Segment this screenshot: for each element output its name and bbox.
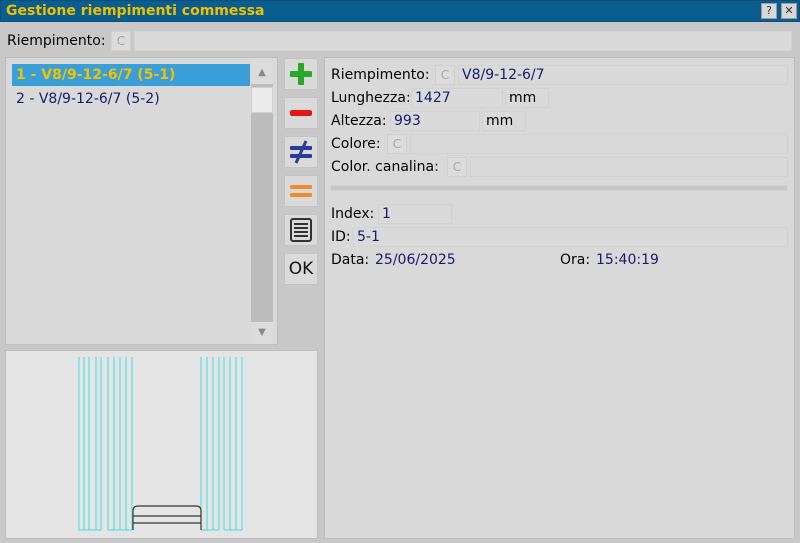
ora-value: 15:40:19 <box>596 252 659 268</box>
list-view-button[interactable] <box>284 214 318 246</box>
scroll-thumb[interactable] <box>251 87 273 113</box>
not-equal-icon <box>290 140 312 164</box>
detail-riempimento-label: Riempimento: <box>331 67 430 83</box>
table-icon <box>290 218 312 242</box>
data-label: Data: <box>331 252 370 268</box>
lunghezza-label: Lunghezza: <box>331 90 411 106</box>
colore-c-button[interactable]: C <box>387 134 407 154</box>
filling-drawing <box>78 357 243 531</box>
altezza-unit: mm <box>482 111 526 131</box>
ok-button[interactable]: OK <box>284 253 318 285</box>
close-button[interactable]: ✕ <box>781 3 797 19</box>
plus-icon <box>290 63 312 85</box>
id-label: ID: <box>331 229 351 245</box>
list-scrollbar[interactable]: ▲ ▼ <box>251 62 273 344</box>
list-item-1[interactable]: 1 - V8/9-12-6/7 (5-1) <box>12 64 250 86</box>
colore-field[interactable] <box>410 134 788 154</box>
add-button[interactable] <box>284 58 318 90</box>
canalina-label: Color. canalina: <box>331 159 439 175</box>
details-divider <box>330 185 788 191</box>
not-equal-button[interactable] <box>284 136 318 168</box>
window-title: Gestione riempimenti commessa <box>6 3 265 19</box>
list-item-2[interactable]: 2 - V8/9-12-6/7 (5-2) <box>12 88 250 110</box>
altezza-label: Altezza: <box>331 113 387 129</box>
canalina-c-button[interactable]: C <box>447 157 467 177</box>
riempimenti-list: 1 - V8/9-12-6/7 (5-1) 2 - V8/9-12-6/7 (5… <box>5 57 278 345</box>
top-riempimento-field[interactable] <box>134 31 792 51</box>
remove-button[interactable] <box>284 97 318 129</box>
detail-riempimento-c-button[interactable]: C <box>435 65 455 85</box>
ora-label: Ora: <box>560 252 591 268</box>
lunghezza-field[interactable]: 1427 <box>411 88 503 108</box>
minus-icon <box>290 110 312 116</box>
index-field[interactable]: 1 <box>378 204 452 224</box>
lunghezza-unit: mm <box>505 88 549 108</box>
equal-button[interactable] <box>284 175 318 207</box>
altezza-field[interactable]: 993 <box>390 111 480 131</box>
ok-label: OK <box>288 259 314 279</box>
equal-icon <box>290 185 312 197</box>
canalina-field[interactable] <box>470 157 788 177</box>
help-button[interactable]: ? <box>761 3 777 19</box>
index-label: Index: <box>331 206 375 222</box>
scroll-down-arrow[interactable]: ▼ <box>251 322 273 344</box>
id-field[interactable]: 5-1 <box>353 227 788 247</box>
top-riempimento-label: Riempimento: <box>7 33 106 49</box>
scroll-up-arrow[interactable]: ▲ <box>251 62 273 84</box>
title-bar: Gestione riempimenti commessa ? ✕ <box>0 0 800 22</box>
top-riempimento-c-button[interactable]: C <box>111 31 131 51</box>
detail-riempimento-field[interactable]: V8/9-12-6/7 <box>458 65 788 85</box>
colore-label: Colore: <box>331 136 381 152</box>
preview-panel <box>5 350 318 539</box>
data-value: 25/06/2025 <box>375 252 456 268</box>
